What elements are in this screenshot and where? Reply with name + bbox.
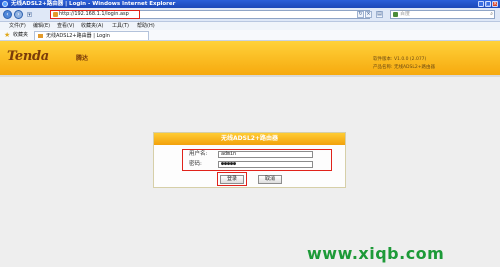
menu-favorites[interactable]: 收藏夹(A) xyxy=(81,22,103,30)
close-button[interactable]: × xyxy=(492,1,498,7)
site-watermark: www.xiqb.com xyxy=(307,244,445,263)
window-title-bar: 无线ADSL2+路由器 | Login - Windows Internet E… xyxy=(0,0,500,8)
tenda-logo-cn: 腾达 xyxy=(76,55,89,62)
browser-tab[interactable]: 无线ADSL2+路由器 | Login xyxy=(34,31,149,40)
header-banner: Tenda 腾达 软件版本: V1.0.0 (2.077) 产品名称: 无线AD… xyxy=(0,41,500,75)
back-icon[interactable]: ‹ xyxy=(3,10,12,19)
favorites-star-icon[interactable]: ★ xyxy=(4,31,10,39)
tab-page-icon xyxy=(38,34,43,38)
banner-divider xyxy=(0,75,500,77)
window-title: 无线ADSL2+路由器 | Login - Windows Internet E… xyxy=(11,1,176,7)
minimize-button[interactable]: _ xyxy=(478,1,484,7)
search-icon[interactable]: ⌕ xyxy=(490,12,493,17)
menu-file[interactable]: 文件(F) xyxy=(9,22,26,30)
product-name: 产品名称: 无线ADSL2+路由器 xyxy=(373,65,435,70)
cancel-button[interactable]: 取消 xyxy=(258,175,282,184)
menu-help[interactable]: 帮助(H) xyxy=(137,22,155,30)
menu-tools[interactable]: 工具(T) xyxy=(112,22,129,30)
username-field[interactable]: admin xyxy=(218,151,313,158)
ie-logo-icon xyxy=(2,1,8,7)
search-provider-icon xyxy=(393,12,398,17)
address-highlight-box xyxy=(50,10,140,19)
login-panel: 无线ADSL2+路由器 用户名: admin 密码: ●●●●● 登录 取消 xyxy=(153,132,346,188)
menu-view[interactable]: 查看(V) xyxy=(57,22,74,30)
favorites-bar: ★ 收藏夹 无线ADSL2+路由器 | Login xyxy=(0,30,500,41)
stop-icon[interactable]: × xyxy=(365,11,372,18)
menu-edit[interactable]: 编辑(E) xyxy=(33,22,50,30)
tab-label: 无线ADSL2+路由器 | Login xyxy=(46,33,110,39)
password-label: 密码: xyxy=(189,161,202,167)
address-toolbar: ‹ › ▾ http://192.168.1.1/login.asp ↻ × ▤… xyxy=(0,8,500,22)
search-input[interactable]: 百度 ⌕ xyxy=(390,10,495,19)
maximize-button[interactable]: □ xyxy=(485,1,491,7)
login-title: 无线ADSL2+路由器 xyxy=(154,133,345,145)
recent-pages-dropdown-icon[interactable]: ▾ xyxy=(27,12,32,18)
refresh-icon[interactable]: ↻ xyxy=(357,11,364,18)
search-placeholder: 百度 xyxy=(400,11,411,17)
firmware-version: 软件版本: V1.0.0 (2.077) xyxy=(373,57,427,62)
forward-icon[interactable]: › xyxy=(14,10,23,19)
login-button[interactable]: 登录 xyxy=(220,175,244,184)
favorites-button[interactable]: 收藏夹 xyxy=(13,30,28,40)
username-label: 用户名: xyxy=(189,151,208,157)
tenda-logo: Tenda xyxy=(7,49,49,64)
page-content: Tenda 腾达 软件版本: V1.0.0 (2.077) 产品名称: 无线AD… xyxy=(0,41,500,267)
compatibility-view-icon[interactable]: ▤ xyxy=(376,11,383,18)
password-field[interactable]: ●●●●● xyxy=(218,161,313,168)
